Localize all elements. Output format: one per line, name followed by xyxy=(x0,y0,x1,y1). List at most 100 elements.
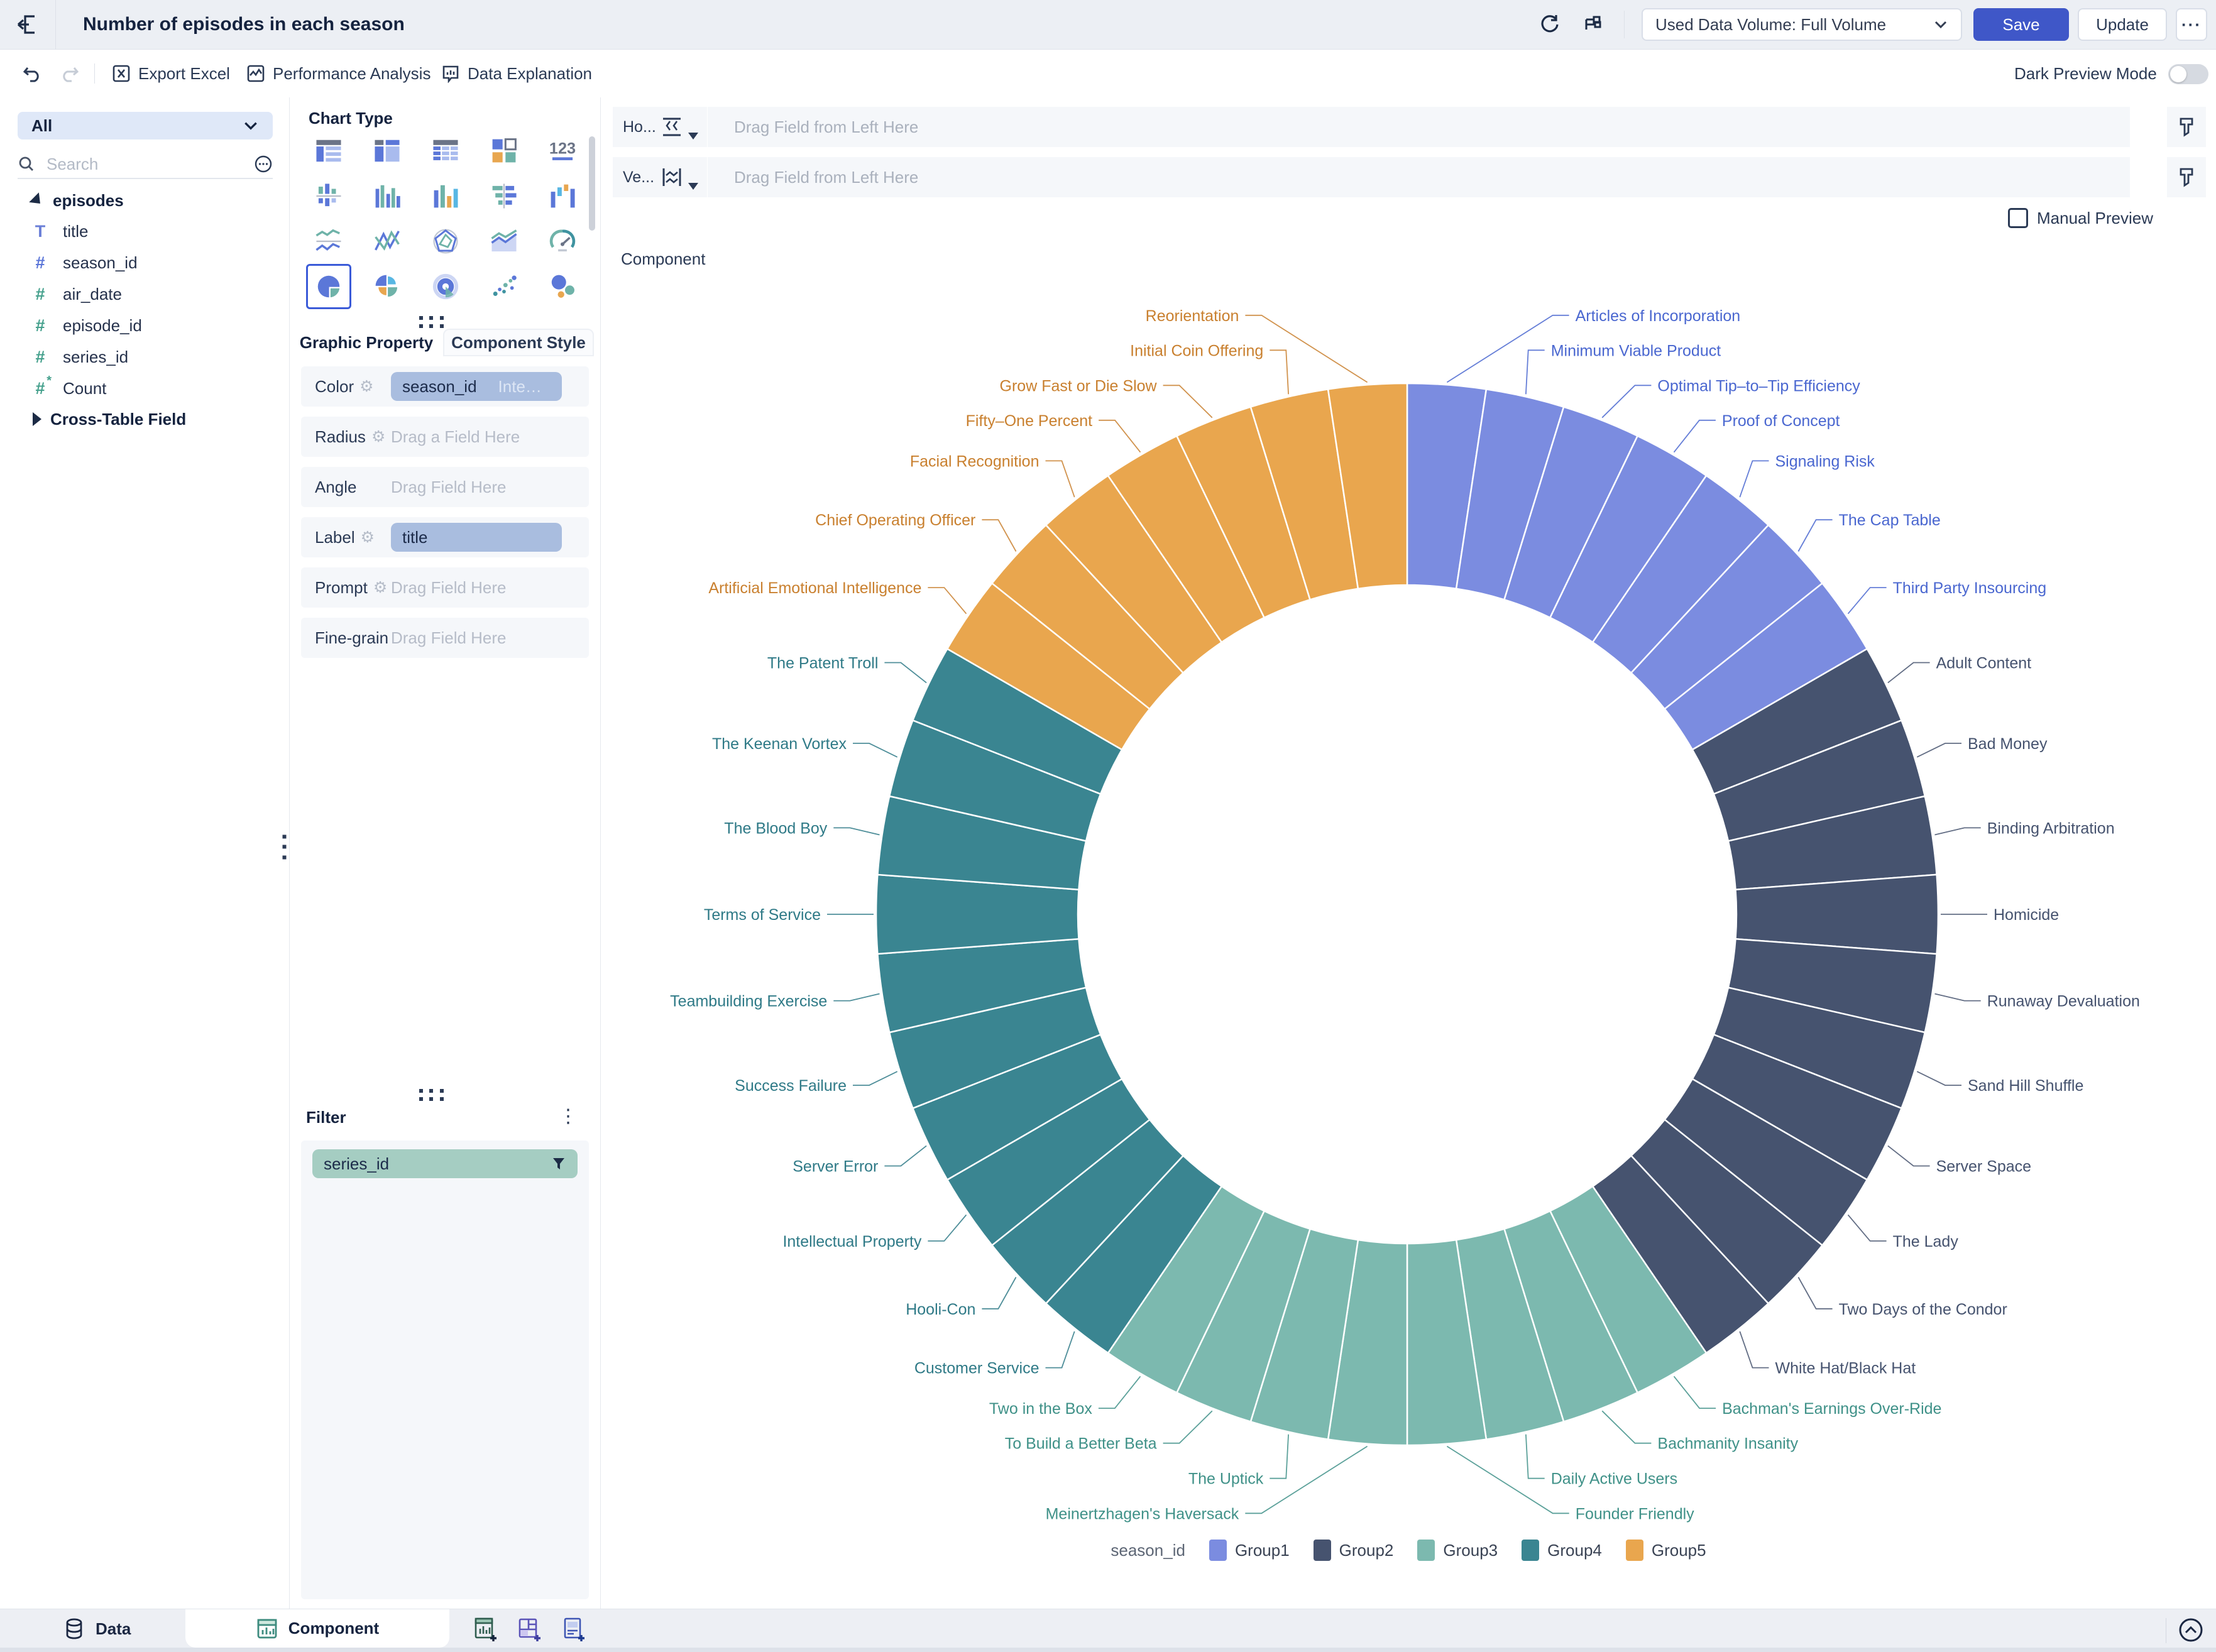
chart-type-bar-clustered-icon[interactable] xyxy=(369,178,405,214)
property-row-label[interactable]: Label ⚙ title xyxy=(301,517,589,557)
property-row-angle[interactable]: AngleDrag Field Here xyxy=(301,467,589,507)
redo-button[interactable] xyxy=(60,50,79,97)
property-row-fine-grained[interactable]: Fine-grainedDrag Field Here xyxy=(301,618,589,658)
refresh-icon[interactable] xyxy=(1537,12,1562,37)
drop-placeholder: Drag a Field Here xyxy=(391,427,520,447)
chart-type-column-icon[interactable] xyxy=(427,178,464,214)
chart-type-table-cross-icon[interactable] xyxy=(427,133,464,169)
undo-button[interactable] xyxy=(23,50,41,97)
property-label: Label xyxy=(315,528,355,547)
tab-component[interactable]: Component xyxy=(185,1609,449,1648)
chart-type-gauge-icon[interactable] xyxy=(544,223,581,260)
vertical-format-brush-icon[interactable] xyxy=(2167,157,2206,197)
slice-label: Optimal Tip–to–Tip Efficiency xyxy=(1657,377,1860,395)
kebab-menu-icon[interactable]: ⋮ xyxy=(559,1105,578,1127)
legend-item-group1[interactable]: Group1 xyxy=(1209,1540,1290,1561)
gear-icon[interactable]: ⚙ xyxy=(361,528,375,547)
chart-type-donut-multi-icon[interactable] xyxy=(427,268,464,305)
chart-type-line-combo-icon[interactable] xyxy=(369,223,405,260)
add-report-icon[interactable] xyxy=(561,1616,587,1643)
horizontal-axis-icon[interactable] xyxy=(659,114,684,139)
filter-shelf[interactable]: series_id xyxy=(301,1141,589,1599)
chevron-down-icon[interactable] xyxy=(688,183,698,190)
chart-type-bubble-icon[interactable] xyxy=(544,268,581,305)
more-options-icon[interactable] xyxy=(254,155,273,173)
chart-type-scatter-icon[interactable] xyxy=(486,268,522,305)
field-name: season_id xyxy=(63,253,138,273)
manual-preview-checkbox[interactable] xyxy=(2008,208,2028,228)
field-search[interactable]: Search xyxy=(18,150,273,179)
label-leader-line xyxy=(1447,315,1569,383)
back-icon[interactable] xyxy=(11,9,44,40)
legend-swatch xyxy=(1209,1540,1227,1561)
horizontal-shelf[interactable]: Ho... Drag Field from Left Here xyxy=(613,107,2130,147)
data-explanation-button[interactable]: Data Explanation xyxy=(441,50,592,97)
label-leader-line xyxy=(1917,1071,1961,1085)
data-explanation-label: Data Explanation xyxy=(468,64,592,84)
chart-type-bar-stacked-icon[interactable] xyxy=(310,178,347,214)
field-item-count[interactable]: #*Count xyxy=(0,373,289,404)
scrollbar[interactable] xyxy=(589,136,595,231)
gear-icon[interactable]: ⚙ xyxy=(373,578,387,597)
horizontal-format-brush-icon[interactable] xyxy=(2167,107,2206,147)
chart-type-rose-pie-icon[interactable] xyxy=(369,268,405,305)
chart-type-area-icon[interactable] xyxy=(486,223,522,260)
chart-type-card-dashboard-icon[interactable] xyxy=(486,133,522,169)
number-field-icon: # xyxy=(28,347,53,367)
field-pill-season_id[interactable]: season_id Inte… xyxy=(391,372,562,401)
cross-table-field-node[interactable]: Cross-Table Field xyxy=(0,404,289,434)
chart-type-radar-icon[interactable] xyxy=(427,223,464,260)
chart-type-table-detail-icon[interactable] xyxy=(310,133,347,169)
filter-resize-handle[interactable] xyxy=(419,1089,446,1101)
performance-analysis-button[interactable]: Performance Analysis xyxy=(246,50,431,97)
collapse-panel-icon[interactable] xyxy=(2177,1616,2205,1644)
field-item-season_id[interactable]: #season_id xyxy=(0,247,289,278)
legend-swatch xyxy=(1522,1540,1539,1561)
chart-type-table-group-icon[interactable] xyxy=(369,133,405,169)
gear-icon[interactable]: ⚙ xyxy=(371,427,385,446)
slice-label: Proof of Concept xyxy=(1722,412,1840,430)
chart-type-bar-horizontal-icon[interactable] xyxy=(486,178,522,214)
label-leader-line xyxy=(1602,1411,1651,1443)
more-button[interactable]: ··· xyxy=(2176,8,2207,41)
field-item-air_date[interactable]: #air_date xyxy=(0,278,289,310)
update-button[interactable]: Update xyxy=(2078,8,2167,41)
data-volume-select[interactable]: Used Data Volume: Full Volume xyxy=(1642,8,1962,41)
tab-data[interactable]: Data xyxy=(38,1609,156,1648)
field-item-title[interactable]: Ttitle xyxy=(0,216,289,247)
gear-icon[interactable]: ⚙ xyxy=(359,377,373,396)
chart-type-line-multi-icon[interactable] xyxy=(310,223,347,260)
dark-preview-toggle[interactable] xyxy=(2168,64,2208,84)
slice-label: The Lady xyxy=(1893,1233,1959,1250)
legend-item-group3[interactable]: Group3 xyxy=(1417,1540,1498,1561)
export-excel-button[interactable]: Export Excel xyxy=(112,50,230,97)
table-node-episodes[interactable]: episodes xyxy=(0,185,289,216)
chart-type-pie-icon[interactable] xyxy=(310,268,347,305)
chart-type-waterfall-icon[interactable] xyxy=(544,178,581,214)
chart-type-kpi-123-icon[interactable]: 123 xyxy=(544,133,581,169)
legend-item-group2[interactable]: Group2 xyxy=(1314,1540,1394,1561)
add-dashboard-icon[interactable] xyxy=(517,1616,543,1643)
field-item-series_id[interactable]: #series_id xyxy=(0,341,289,373)
vertical-axis-icon[interactable] xyxy=(659,165,684,190)
save-button[interactable]: Save xyxy=(1973,8,2069,41)
field-pill-title[interactable]: title xyxy=(391,523,562,552)
tab-component-style[interactable]: Component Style xyxy=(443,329,594,356)
add-component-icon[interactable] xyxy=(473,1616,499,1643)
panel-resize-handle[interactable] xyxy=(419,316,446,328)
field-item-episode_id[interactable]: #episode_id xyxy=(0,310,289,341)
table-scope-select[interactable]: All xyxy=(18,112,273,139)
performance-analysis-label: Performance Analysis xyxy=(273,64,431,84)
property-row-prompt[interactable]: Prompt⚙Drag Field Here xyxy=(301,567,589,608)
chevron-down-icon[interactable] xyxy=(688,133,698,139)
legend-item-group5[interactable]: Group5 xyxy=(1626,1540,1706,1561)
property-row-radius[interactable]: Radius⚙Drag a Field Here xyxy=(301,417,589,457)
lineage-icon[interactable] xyxy=(1580,12,1605,37)
legend-item-group4[interactable]: Group4 xyxy=(1522,1540,1602,1561)
field-sidebar: All Search episodes Ttitle#season_id#air… xyxy=(0,97,290,1609)
vertical-shelf[interactable]: Ve... Drag Field from Left Here xyxy=(613,157,2130,197)
property-row-color[interactable]: Color⚙ season_id Inte… xyxy=(301,366,589,407)
horizontal-shelf-placeholder: Drag Field from Left Here xyxy=(734,118,918,137)
filter-pill-series-id[interactable]: series_id xyxy=(312,1149,578,1178)
tab-graphic-property[interactable]: Graphic Property xyxy=(293,329,439,356)
